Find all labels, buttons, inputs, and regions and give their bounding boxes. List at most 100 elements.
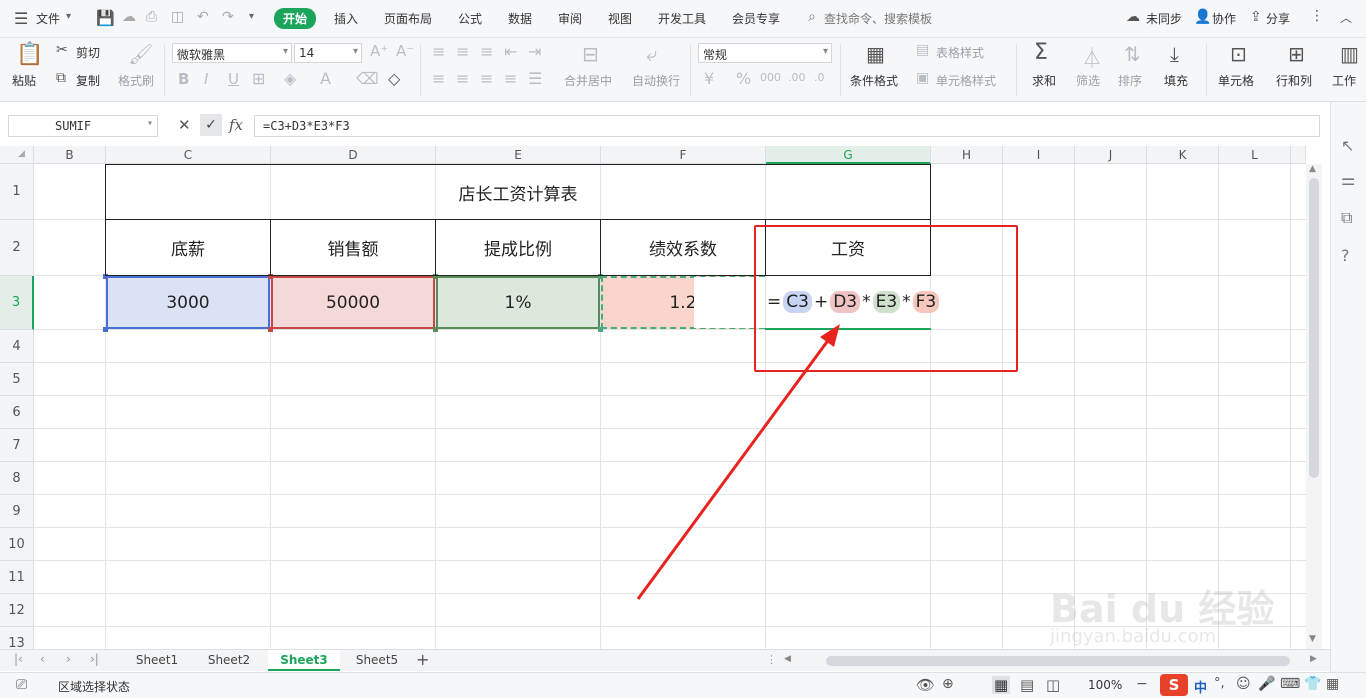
fill-color-icon[interactable]: ◈ — [284, 69, 296, 88]
font-size-select[interactable]: 14 — [294, 43, 362, 63]
preview-icon[interactable]: ◫ — [171, 9, 184, 25]
align-left-icon[interactable]: ≡ — [432, 69, 445, 88]
align-bottom-icon[interactable]: ≡ — [480, 42, 493, 61]
shape-icon[interactable]: ⧉ — [1341, 208, 1352, 228]
prev-sheet-icon[interactable]: ‹ — [40, 652, 45, 666]
currency-icon[interactable]: ¥ — [704, 69, 714, 88]
row-header-7[interactable]: 7 — [0, 429, 34, 462]
cell-d3[interactable]: 50000 — [271, 276, 435, 329]
hamburger-icon[interactable]: ☰ — [14, 9, 28, 28]
toolbox-icon[interactable]: ▦ — [1326, 676, 1339, 692]
fill-button[interactable]: 填充 — [1164, 72, 1188, 89]
tab-formulas[interactable]: 公式 — [458, 10, 482, 27]
row-header-11[interactable]: 11 — [0, 561, 34, 594]
zoom-level[interactable]: 100% — [1088, 678, 1122, 692]
tab-review[interactable]: 审阅 — [558, 10, 582, 27]
confirm-icon[interactable]: ✓ — [200, 114, 222, 136]
header-base-salary[interactable]: 底薪 — [106, 220, 270, 275]
save-icon[interactable]: 💾 — [96, 9, 115, 27]
copy-button[interactable]: 复制 — [76, 72, 100, 89]
row-header-5[interactable]: 5 — [0, 363, 34, 396]
row-header-2[interactable]: 2 — [0, 220, 34, 276]
sort-button[interactable]: 排序 — [1118, 72, 1142, 89]
align-middle-icon[interactable]: ≡ — [456, 42, 469, 61]
underline-icon[interactable]: U — [228, 70, 239, 88]
next-sheet-icon[interactable]: › — [66, 652, 71, 666]
column-header-g[interactable]: G — [766, 146, 931, 164]
tab-member[interactable]: 会员专享 — [732, 10, 780, 27]
hscroll-thumb[interactable] — [826, 656, 1290, 666]
eye-protect-icon[interactable]: 👁 — [916, 676, 935, 694]
normal-view-icon[interactable]: ▦ — [992, 676, 1011, 694]
decimal-decrease-icon[interactable]: .0 — [814, 71, 825, 84]
column-header-k[interactable]: K — [1147, 146, 1219, 164]
share-button[interactable]: 分享 — [1266, 10, 1290, 27]
table-style-icon[interactable]: ▤ — [916, 42, 929, 58]
format-painter-button[interactable]: 格式刷 — [118, 72, 154, 89]
scissors-icon[interactable]: ✂ — [56, 42, 68, 58]
undo-icon[interactable]: ↶ — [197, 9, 209, 25]
table-title[interactable]: 店长工资计算表 — [106, 165, 930, 219]
merge-center-button[interactable]: 合并居中 — [564, 72, 612, 89]
rowcol-icon[interactable]: ⊞ — [1288, 42, 1305, 66]
row-header-3[interactable]: 3 — [0, 276, 34, 330]
wrap-text-button[interactable]: 自动换行 — [632, 72, 680, 89]
scroll-up-icon[interactable]: ▲ — [1309, 164, 1316, 174]
cut-button[interactable]: 剪切 — [76, 44, 100, 61]
hscroll-grip-icon[interactable]: ⋮ — [766, 653, 777, 666]
punctuation-icon[interactable]: °, — [1214, 676, 1225, 691]
header-commission-rate[interactable]: 提成比例 — [436, 220, 600, 275]
indent-increase-icon[interactable]: ⇥ — [528, 42, 541, 61]
chevron-down-icon[interactable]: ▾ — [66, 11, 71, 22]
add-sheet-icon[interactable]: + — [416, 650, 429, 669]
cond-format-button[interactable]: 条件格式 — [850, 72, 898, 89]
cancel-icon[interactable]: ✕ — [178, 116, 191, 134]
print-icon[interactable]: ⎙ — [146, 9, 157, 25]
collab-icon[interactable]: 👤 — [1194, 9, 1211, 25]
column-header-c[interactable]: C — [106, 146, 271, 164]
align-center-icon[interactable]: ≡ — [456, 69, 469, 88]
vertical-scrollbar[interactable]: ▲ ▼ — [1306, 164, 1322, 649]
collapse-icon[interactable]: ︿ — [1340, 9, 1352, 26]
rowcol-button[interactable]: 行和列 — [1276, 72, 1312, 89]
scroll-thumb[interactable] — [1309, 178, 1319, 478]
microphone-icon[interactable]: 🎤 — [1258, 676, 1275, 692]
column-header-j[interactable]: J — [1075, 146, 1147, 164]
formula-input[interactable]: =C3+D3*E3*F3 — [254, 115, 1320, 137]
sum-icon[interactable]: Σ — [1034, 40, 1048, 65]
clear-format-icon[interactable]: ⌫ — [356, 69, 379, 88]
sum-button[interactable]: 求和 — [1032, 72, 1056, 89]
font-color-icon[interactable]: A — [320, 69, 331, 88]
emoji-icon[interactable]: ☺ — [1236, 676, 1251, 692]
row-header-12[interactable]: 12 — [0, 594, 34, 627]
bold-icon[interactable]: B — [178, 70, 189, 88]
paste-button[interactable]: 粘贴 — [12, 72, 36, 89]
row-header-4[interactable]: 4 — [0, 330, 34, 363]
font-shrink-icon[interactable]: A⁻ — [396, 42, 414, 60]
cell-style-button[interactable]: 单元格样式 — [936, 72, 996, 89]
justify-icon[interactable]: ≡ — [504, 69, 517, 88]
tab-home[interactable]: 开始 — [274, 8, 317, 29]
command-search[interactable]: 查找命令、搜索模板 — [824, 10, 932, 27]
number-format-select[interactable]: 常规 — [698, 43, 832, 63]
align-top-icon[interactable]: ≡ — [432, 42, 445, 61]
sheet-tab-sheet5[interactable]: Sheet5 — [342, 650, 412, 671]
column-header-h[interactable]: H — [931, 146, 1003, 164]
row-header-1[interactable]: 1 — [0, 164, 34, 220]
worksheet-icon[interactable]: ▥ — [1340, 42, 1359, 66]
row-header-9[interactable]: 9 — [0, 495, 34, 528]
more-icon[interactable]: ▾ — [249, 11, 254, 22]
file-menu[interactable]: 文件 — [36, 10, 60, 27]
select-arrow-icon[interactable]: ↖ — [1341, 136, 1354, 155]
indent-decrease-icon[interactable]: ⇤ — [504, 42, 517, 61]
spreadsheet-grid[interactable]: ◢ B C D E F G H I J K L 1 2 3 4 5 6 7 8 … — [0, 146, 1306, 649]
tab-page-layout[interactable]: 页面布局 — [384, 10, 432, 27]
select-all-corner[interactable]: ◢ — [0, 146, 34, 164]
ime-logo-icon[interactable]: S — [1160, 674, 1188, 696]
row-header-13[interactable]: 13 — [0, 627, 34, 649]
filter-button[interactable]: 筛选 — [1076, 72, 1100, 89]
cell-icon[interactable]: ⊡ — [1230, 42, 1247, 66]
cell-button[interactable]: 单元格 — [1218, 72, 1254, 89]
paste-icon[interactable]: 📋 — [16, 42, 43, 67]
page-layout-icon[interactable]: ▤ — [1020, 676, 1034, 694]
